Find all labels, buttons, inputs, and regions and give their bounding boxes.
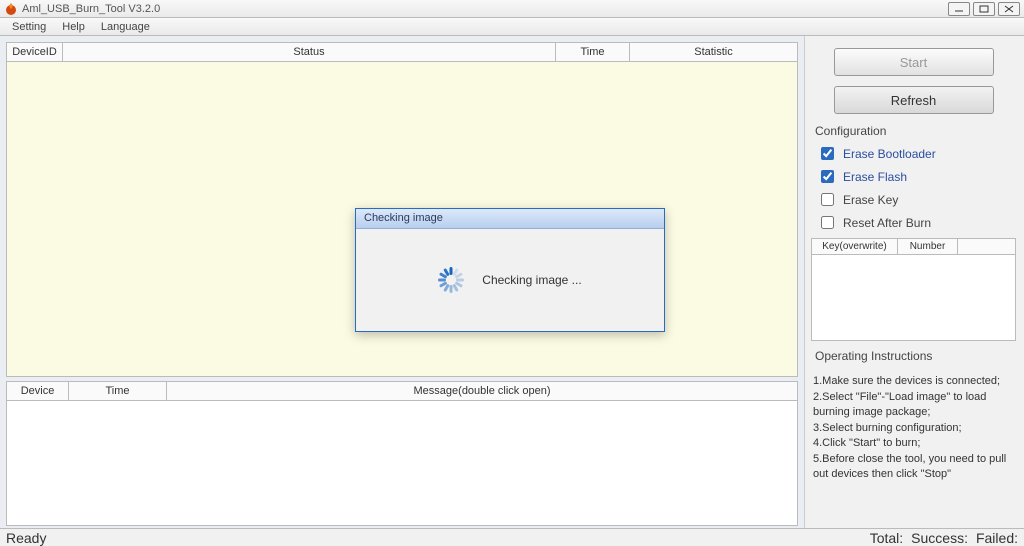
- menu-bar: Setting Help Language: [0, 18, 1024, 36]
- maximize-button[interactable]: [973, 2, 995, 16]
- instruction-5: 5.Before close the tool, you need to pul…: [813, 452, 1014, 482]
- dialog-title: Checking image: [356, 209, 664, 229]
- status-total-label: Total:: [870, 530, 903, 546]
- reset-after-burn-input[interactable]: [821, 216, 834, 229]
- instructions-body: 1.Make sure the devices is connected; 2.…: [811, 369, 1016, 484]
- col-key-overwrite: Key(overwrite): [812, 239, 898, 255]
- erase-bootloader-checkbox[interactable]: Erase Bootloader: [817, 144, 1016, 163]
- instructions-title: Operating Instructions: [815, 349, 1016, 363]
- col-message: Message(double click open): [167, 382, 798, 401]
- reset-after-burn-label: Reset After Burn: [843, 216, 931, 230]
- key-grid-body[interactable]: [811, 255, 1016, 341]
- minimize-button[interactable]: [948, 2, 970, 16]
- window-title: Aml_USB_Burn_Tool V3.2.0: [22, 3, 160, 15]
- device-table: DeviceID Status Time Statistic: [6, 42, 798, 62]
- checking-image-dialog: Checking image Checking image ...: [355, 208, 665, 332]
- erase-bootloader-input[interactable]: [821, 147, 834, 160]
- instruction-2: 2.Select "File"-"Load image" to load bur…: [813, 390, 1014, 420]
- col-blank: [958, 239, 1016, 255]
- erase-flash-label: Erase Flash: [843, 170, 907, 184]
- col-status: Status: [63, 43, 556, 62]
- spinner-icon: [438, 267, 464, 293]
- title-bar: Aml_USB_Burn_Tool V3.2.0: [0, 0, 1024, 18]
- message-grid-body[interactable]: [6, 401, 798, 526]
- instruction-1: 1.Make sure the devices is connected;: [813, 374, 1014, 389]
- col-time: Time: [556, 43, 630, 62]
- col-deviceid: DeviceID: [7, 43, 63, 62]
- erase-key-input[interactable]: [821, 193, 834, 206]
- key-table: Key(overwrite) Number: [811, 238, 1016, 255]
- status-success-label: Success:: [911, 530, 968, 546]
- col-statistic: Statistic: [630, 43, 798, 62]
- start-button[interactable]: Start: [834, 48, 994, 76]
- erase-flash-input[interactable]: [821, 170, 834, 183]
- status-failed-label: Failed:: [976, 530, 1018, 546]
- status-bar: Ready Total: Success: Failed:: [0, 528, 1024, 546]
- config-title: Configuration: [815, 124, 1016, 138]
- reset-after-burn-checkbox[interactable]: Reset After Burn: [817, 213, 1016, 232]
- menu-setting[interactable]: Setting: [4, 20, 54, 34]
- refresh-button[interactable]: Refresh: [834, 86, 994, 114]
- app-icon: [4, 2, 18, 16]
- message-table: Device Time Message(double click open): [6, 381, 798, 401]
- instruction-4: 4.Click "Start" to burn;: [813, 436, 1014, 451]
- menu-help[interactable]: Help: [54, 20, 93, 34]
- col-device: Device: [7, 382, 69, 401]
- dialog-message: Checking image ...: [482, 273, 581, 287]
- erase-flash-checkbox[interactable]: Erase Flash: [817, 167, 1016, 186]
- col-time2: Time: [69, 382, 167, 401]
- erase-key-checkbox[interactable]: Erase Key: [817, 190, 1016, 209]
- erase-key-label: Erase Key: [843, 193, 898, 207]
- menu-language[interactable]: Language: [93, 20, 158, 34]
- status-ready: Ready: [6, 530, 46, 546]
- col-number: Number: [898, 239, 958, 255]
- close-button[interactable]: [998, 2, 1020, 16]
- erase-bootloader-label: Erase Bootloader: [843, 147, 936, 161]
- instruction-3: 3.Select burning configuration;: [813, 421, 1014, 436]
